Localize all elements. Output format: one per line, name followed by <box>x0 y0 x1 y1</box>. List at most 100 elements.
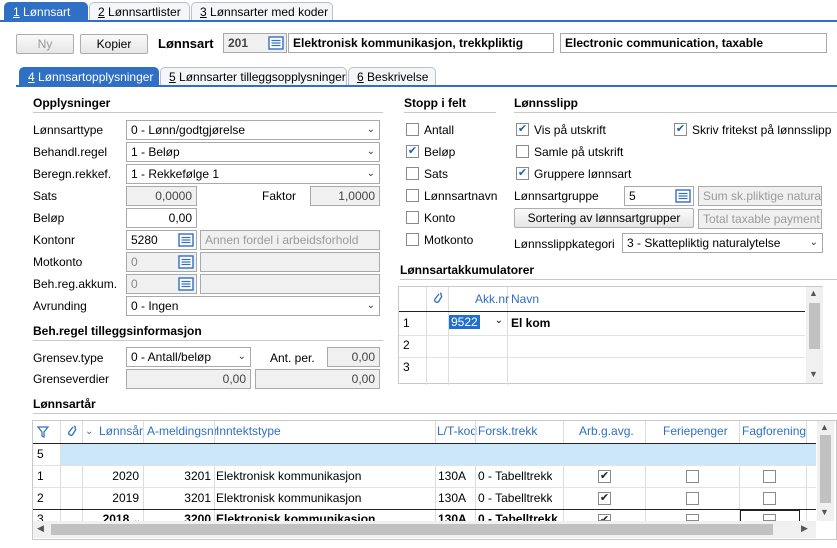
vis-utskrift-checkbox[interactable]: ✔ <box>516 123 529 136</box>
new-button[interactable]: Ny <box>16 34 74 54</box>
stopp-belop-checkbox[interactable]: ✔ <box>406 145 419 158</box>
lonnsart-name-en-field[interactable]: Electronic communication, taxable <box>560 33 827 53</box>
scroll-up-icon[interactable]: ▲ <box>809 288 818 298</box>
lonnsarar-vertical-scrollbar[interactable]: ▲ ▼ <box>817 421 834 521</box>
stopp-antall-checkbox[interactable] <box>406 123 419 136</box>
behandl-select[interactable]: 1 - Beløp ⌄ <box>126 142 380 162</box>
forsktrekk-column-header[interactable]: Forsk.trekk <box>478 421 537 442</box>
lonnsarttype-value: 0 - Lønn/godtgjørelse <box>131 123 246 137</box>
lonnsart-number-field[interactable]: 201 <box>223 33 287 53</box>
faktor-field[interactable]: 1,0000 <box>310 186 380 206</box>
beregn-select[interactable]: 1 - Rekkefølge 1 ⌄ <box>126 164 380 184</box>
lookup-icon[interactable] <box>675 189 691 203</box>
sortering-button[interactable]: Sortering av lønnsartgrupper <box>514 208 694 228</box>
lonnsart-number: 201 <box>228 36 249 50</box>
lookup-icon[interactable] <box>178 233 194 247</box>
lonnsar-row-1-arbg-checkbox[interactable]: ✔ <box>598 470 611 483</box>
lookup-icon[interactable] <box>178 277 194 291</box>
lonnsar-new-row[interactable] <box>61 444 816 465</box>
lonnsar-row-3-amelding: 3200 <box>184 512 211 521</box>
samle-utskrift-checkbox[interactable] <box>516 145 529 158</box>
lookup-icon[interactable] <box>178 255 194 269</box>
tab-lonnsart[interactable]: 1 Lønnsart <box>4 2 88 21</box>
lonnsarar-horizontal-scrollbar[interactable]: ◀ ▶ <box>33 521 816 538</box>
lonnsar-row-2-arbg-checkbox[interactable]: ✔ <box>598 492 611 505</box>
tab-lonnsarter-med-koder[interactable]: 3 Lønnsarter med koder <box>191 2 333 21</box>
stopp-konto-checkbox[interactable] <box>406 211 419 224</box>
lonnsarttype-select[interactable]: 0 - Lønn/godtgjørelse ⌄ <box>126 120 380 140</box>
akknr-column-header[interactable]: Akk.nr <box>475 289 509 310</box>
lonnsar-row-1-fag-checkbox[interactable] <box>763 470 776 483</box>
lonnsar-row-3-ferie-checkbox[interactable] <box>686 514 699 521</box>
navn-column-header[interactable]: Navn <box>511 289 539 310</box>
lonnsar-row-2-ferie-checkbox[interactable] <box>686 492 699 505</box>
akkumulatorer-grid: Akk.nr Navn 1 9522 ⌄ El kom 2 3 ▲ ▼ <box>398 286 823 385</box>
stopp-motkonto-checkbox[interactable] <box>406 233 419 246</box>
tab-lonnsarter-tilleggsopplysninger[interactable]: 5 Lønnsarter tilleggsopplysninger <box>160 67 347 85</box>
tab-beskrivelse[interactable]: 6 Beskrivelse <box>348 67 436 85</box>
lonnsar-row-3-year[interactable]: 2018 ⌄ <box>85 509 141 521</box>
tab-lonnsartlister[interactable]: 2 Lønnsartlister <box>89 2 190 21</box>
lonnsslippkategori-select[interactable]: 3 - Skattepliktig naturalytelse ⌄ <box>622 233 823 253</box>
faktor-label: Faktor <box>262 189 297 203</box>
sats-field[interactable]: 0,0000 <box>126 186 197 206</box>
inntektstype-column-header[interactable]: Inntektstype <box>216 421 281 442</box>
lonnsar-row-2-fag-checkbox[interactable] <box>763 492 776 505</box>
scroll-up-icon[interactable]: ▲ <box>820 422 829 432</box>
lonnsart-name-no-field[interactable]: Elektronisk kommunikasjon, trekkpliktig <box>288 33 554 53</box>
scroll-right-icon[interactable]: ▶ <box>801 523 808 534</box>
fagforening-column-header[interactable]: Fagforening <box>742 421 806 442</box>
subtab-4-label: Lønnsartopplysninger <box>38 70 154 84</box>
motkonto-field[interactable]: 0 <box>126 252 197 272</box>
stopp-sats-checkbox[interactable] <box>406 167 419 180</box>
behandl-value: 1 - Beløp <box>131 145 180 159</box>
lonnsar-row-1-forsk: 0 - Tabelltrekk <box>478 469 553 483</box>
ameldingsnr-column-header[interactable]: A-meldingsnr <box>147 421 218 442</box>
scroll-thumb[interactable] <box>809 303 820 349</box>
lonnsar-row-3-type: Elektronisk kommunikasjon <box>216 512 376 521</box>
gruppere-lonnsart-checkbox[interactable]: ✔ <box>516 167 529 180</box>
akkumulatorer-scrollbar[interactable]: ▲ ▼ <box>806 287 823 383</box>
scroll-thumb[interactable] <box>820 435 831 503</box>
samle-utskrift-label: Samle på utskrift <box>534 145 624 159</box>
lonnsar-row-3-arbg-checkbox[interactable]: ✔ <box>598 514 611 521</box>
motkonto-label: Motkonto <box>33 255 83 269</box>
lonnsartgruppe-value: 5 <box>629 189 636 203</box>
lonnsartgruppe-field[interactable]: 5 <box>624 186 694 206</box>
filter-icon[interactable] <box>37 426 49 438</box>
tab-lonnsartopplysninger[interactable]: 4 Lønnsartopplysninger <box>19 67 159 85</box>
lonnsar-row-2-lt: 130A <box>438 491 467 505</box>
scroll-thumb[interactable] <box>51 524 773 535</box>
grensev-select[interactable]: 0 - Antall/beløp ⌄ <box>126 347 251 367</box>
avrunding-select[interactable]: 0 - Ingen ⌄ <box>126 296 380 316</box>
tillegg-title: Beh.regel tilleggsinformasjon <box>33 324 202 338</box>
lonnsar-row-1-ferie-checkbox[interactable] <box>686 470 699 483</box>
feriepenger-column-header[interactable]: Feriepenger <box>663 421 728 442</box>
grenseverdier-field-2[interactable]: 0,00 <box>255 369 380 389</box>
belop-field[interactable]: 0,00 <box>126 208 197 228</box>
behreg-value: 0 <box>131 277 138 291</box>
attachment-icon[interactable] <box>431 291 443 305</box>
behreg-field[interactable]: 0 <box>126 274 197 294</box>
skriv-fritekst-checkbox[interactable]: ✔ <box>674 123 687 136</box>
behandl-label: Behandl.regel <box>33 145 108 159</box>
scroll-down-icon[interactable]: ▼ <box>820 507 829 517</box>
antper-field[interactable]: 0,00 <box>327 347 380 367</box>
ltkod-column-header[interactable]: L/T-kod <box>437 421 477 442</box>
akk-row-1-akknr-select[interactable]: 9522 ⌄ <box>449 315 507 332</box>
copy-button[interactable]: Kopier <box>80 34 148 54</box>
scroll-down-icon[interactable]: ▼ <box>809 369 818 379</box>
stopp-lonnsartnavn-checkbox[interactable] <box>406 189 419 202</box>
attachment-icon[interactable] <box>65 424 77 438</box>
lonnsar-column-header[interactable]: Lønnsår <box>99 421 143 442</box>
lookup-icon[interactable] <box>268 36 284 50</box>
lonnsar-row-3-fag-checkbox[interactable] <box>763 514 776 521</box>
grenseverdier-field-1[interactable]: 0,00 <box>126 369 251 389</box>
beregn-value: 1 - Rekkefølge 1 <box>131 167 220 181</box>
stopp-divider <box>404 112 496 113</box>
scroll-left-icon[interactable]: ◀ <box>37 523 44 534</box>
kontonr-field[interactable]: 5280 <box>126 230 197 250</box>
arbgavg-column-header[interactable]: Arb.g.avg. <box>579 421 634 442</box>
lonnsar-row-1-type: Elektronisk kommunikasjon <box>216 469 362 483</box>
sort-desc-icon[interactable]: ⌄ <box>85 421 93 442</box>
